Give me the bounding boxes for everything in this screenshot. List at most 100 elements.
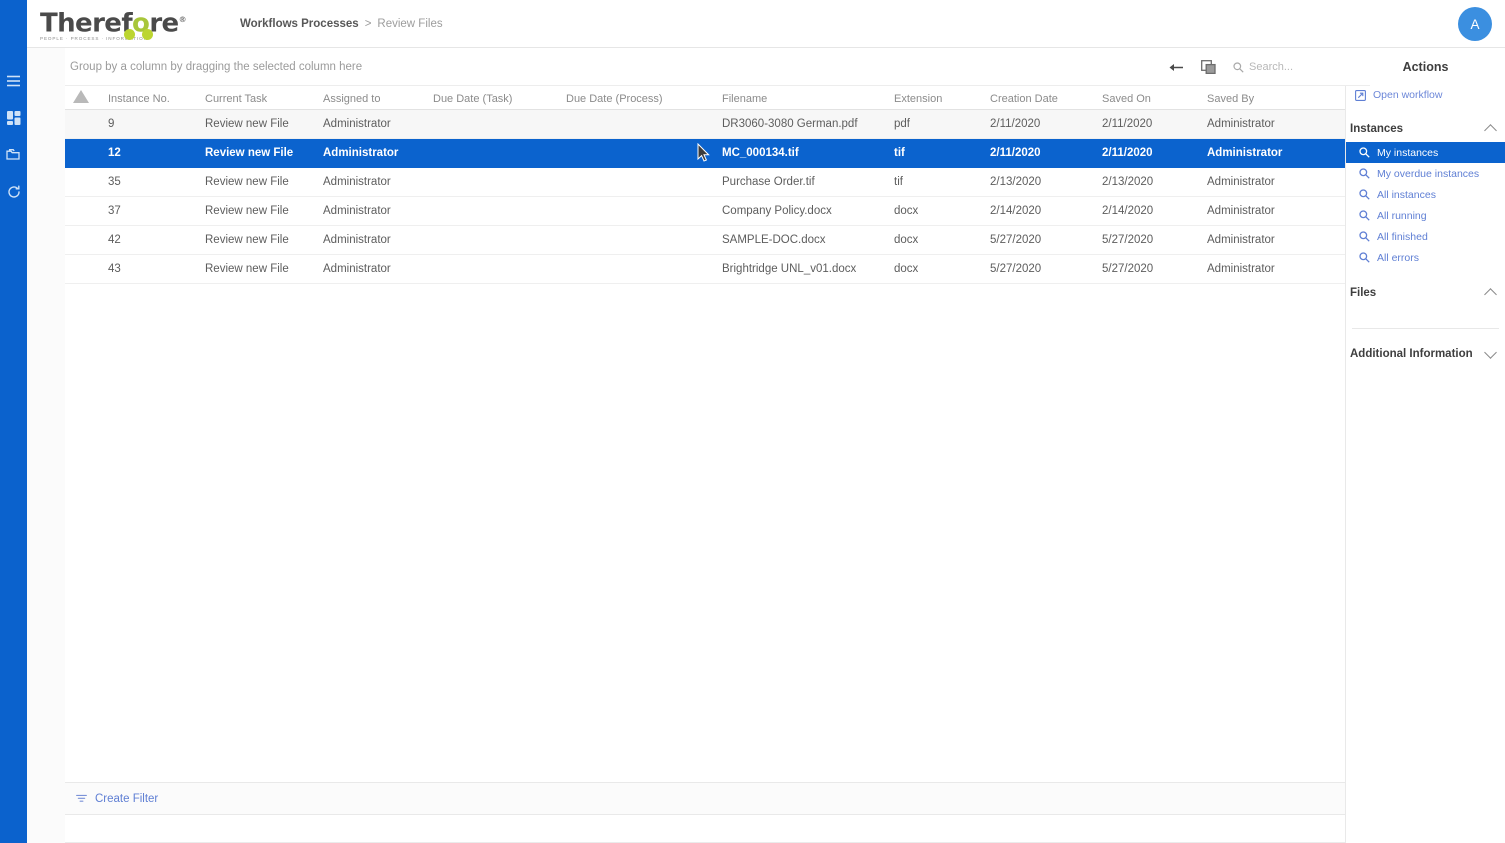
avatar[interactable]: A [1458,7,1492,41]
column-header-filename[interactable]: Filename [722,86,894,109]
instances-filter-label: All finished [1377,231,1428,243]
column-header-due-date-task[interactable]: Due Date (Task) [433,86,566,109]
cell-extension: docx [894,254,990,283]
cell-assigned-to: Administrator [323,225,433,254]
cell-assigned-to: Administrator [323,167,433,196]
column-header-assigned-to[interactable]: Assigned to [323,86,433,109]
column-header-saved-on[interactable]: Saved On [1102,86,1207,109]
cell-creation-date: 5/27/2020 [990,225,1102,254]
breadcrumb-parent[interactable]: Workflows Processes [240,18,359,30]
cell-saved-on: 5/27/2020 [1102,254,1207,283]
instances-filter-item[interactable]: All finished [1346,226,1505,247]
actions-panel: Actions Open workflow Instances My insta… [1345,48,1505,843]
folders-icon[interactable] [0,136,27,173]
search-icon [1359,252,1370,263]
sort-spacer-cell [65,138,97,167]
section-label-instances: Instances [1350,123,1403,135]
cell-assigned-to: Administrator [323,196,433,225]
sort-spacer-cell [65,109,97,138]
breadcrumb: Workflows Processes > Review Files [240,18,443,30]
instances-filter-item[interactable]: My overdue instances [1346,163,1505,184]
cell-filename: Purchase Order.tif [722,167,894,196]
cell-due-date-process [566,167,722,196]
instances-filter-item[interactable]: All instances [1346,184,1505,205]
column-header-due-date-process[interactable]: Due Date (Process) [566,86,722,109]
external-link-icon [1355,90,1366,101]
dashboard-grid-icon[interactable] [0,99,27,136]
chevron-up-icon-instances [1484,124,1497,137]
section-header-instances[interactable]: Instances [1346,116,1505,142]
brand-logo[interactable]: Therefore® PEOPLE · PROCESS · INFORMATIO… [40,2,180,46]
instances-filter-item[interactable]: My instances [1346,142,1505,163]
breadcrumb-current: Review Files [377,18,442,30]
table-row[interactable]: 9Review new FileAdministratorDR3060-3080… [65,109,1370,138]
cell-due-date-process [566,225,722,254]
table-row[interactable]: 37Review new FileAdministratorCompany Po… [65,196,1370,225]
workflow-refresh-icon[interactable] [0,173,27,210]
copy-window-icon[interactable] [1199,58,1217,76]
cell-filename: Brightridge UNL_v01.docx [722,254,894,283]
cell-saved-on: 5/27/2020 [1102,225,1207,254]
cell-current-task: Review new File [205,254,323,283]
cell-current-task: Review new File [205,138,323,167]
sort-spacer-cell [65,225,97,254]
section-label-files: Files [1350,287,1376,299]
top-header-bar: Therefore® PEOPLE · PROCESS · INFORMATIO… [27,0,1505,48]
cell-saved-on: 2/13/2020 [1102,167,1207,196]
create-filter-label: Create Filter [95,793,158,805]
sort-spacer-cell [65,167,97,196]
cell-due-date-task [433,196,566,225]
cell-instance-no: 37 [97,196,205,225]
cell-assigned-to: Administrator [323,109,433,138]
instances-filter-label: All instances [1377,189,1436,201]
cell-creation-date: 2/14/2020 [990,196,1102,225]
hamburger-menu-icon[interactable] [0,62,27,99]
cell-due-date-process [566,196,722,225]
chevron-down-icon-additional-information [1484,346,1497,359]
sort-spacer-cell [65,196,97,225]
left-navigation-rail [0,0,27,843]
instances-filter-item[interactable]: All errors [1346,247,1505,268]
column-header-creation-date[interactable]: Creation Date [990,86,1102,109]
column-header-current-task[interactable]: Current Task [205,86,323,109]
table-row[interactable]: 42Review new FileAdministratorSAMPLE-DOC… [65,225,1370,254]
cell-filename: MC_000134.tif [722,138,894,167]
column-header-extension[interactable]: Extension [894,86,990,109]
column-header-instance-no[interactable]: Instance No. [97,86,205,109]
cell-current-task: Review new File [205,109,323,138]
table-header: Instance No. Current Task Assigned to Du… [65,86,1370,109]
cell-current-task: Review new File [205,225,323,254]
chevron-up-icon-files [1484,288,1497,301]
search-icon [1359,189,1370,200]
group-by-bar[interactable]: Group by a column by dragging the select… [65,48,1370,86]
grid-footer-bar: Create Filter [65,782,1370,815]
sort-ascending-triangle-icon [73,90,89,103]
create-filter-button[interactable]: Create Filter [76,793,158,805]
sort-indicator-cell[interactable] [65,86,97,109]
search-box[interactable] [1231,61,1368,73]
arrow-left-icon[interactable] [1167,58,1185,76]
section-header-additional-information[interactable]: Additional Information [1346,341,1505,367]
table-row[interactable]: 43Review new FileAdministratorBrightridg… [65,254,1370,283]
main-column: Therefore® PEOPLE · PROCESS · INFORMATIO… [27,0,1505,843]
section-header-files[interactable]: Files [1346,280,1505,306]
cell-saved-on: 2/11/2020 [1102,109,1207,138]
table-row[interactable]: 35Review new FileAdministratorPurchase O… [65,167,1370,196]
cell-creation-date: 2/11/2020 [990,109,1102,138]
cell-instance-no: 35 [97,167,205,196]
search-input[interactable] [1249,61,1359,73]
open-workflow-button[interactable]: Open workflow [1346,86,1505,104]
table-row[interactable]: 12Review new FileAdministratorMC_000134.… [65,138,1370,167]
instances-filter-label: All running [1377,210,1427,222]
cell-extension: tif [894,138,990,167]
cell-assigned-to: Administrator [323,254,433,283]
cell-due-date-process [566,254,722,283]
instances-filter-label: My overdue instances [1377,168,1479,180]
cell-current-task: Review new File [205,196,323,225]
cell-due-date-task [433,138,566,167]
table-body: 9Review new FileAdministratorDR3060-3080… [65,109,1370,283]
cell-due-date-task [433,254,566,283]
instances-filter-item[interactable]: All running [1346,205,1505,226]
table-header-row: Instance No. Current Task Assigned to Du… [65,86,1370,109]
instances-filter-list: My instances My overdue instances All inst… [1346,142,1505,268]
